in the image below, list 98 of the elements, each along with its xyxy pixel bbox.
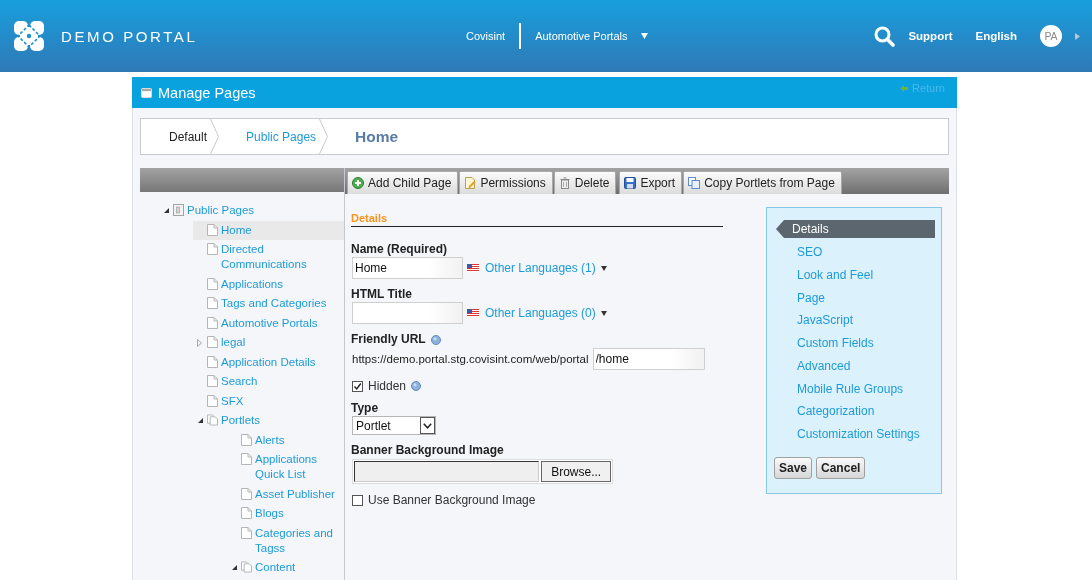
header-link[interactable]: Support (908, 30, 953, 42)
other-languages-link[interactable]: Other Languages (0) (485, 306, 596, 320)
logo-icon (14, 21, 44, 51)
form-button[interactable]: Cancel (816, 456, 866, 479)
toolbar-button[interactable]: Add Child Page (347, 171, 459, 194)
url-prefix: https://demo.portal.stg.covisint.com/web/portal (352, 353, 589, 365)
section-heading: Details (351, 212, 723, 227)
pages-icon (173, 204, 184, 217)
site-menu[interactable]: Automotive Portals (535, 30, 628, 42)
field-label: Name (Required) (351, 242, 448, 257)
page-icon (241, 433, 252, 446)
tree-item[interactable]: Applications (193, 274, 344, 294)
tree-item[interactable]: Directed Communications (193, 240, 344, 275)
tree-item[interactable]: Automotive Portals (193, 313, 344, 333)
tree-item[interactable]: legal (193, 333, 344, 353)
side-nav-item[interactable]: JavaScript (776, 309, 935, 332)
expanded-toggle-icon[interactable] (164, 208, 169, 214)
side-nav-item[interactable]: Details (776, 220, 935, 238)
expanded-toggle-icon[interactable] (232, 565, 237, 571)
tree-item[interactable]: Alerts (227, 430, 344, 450)
stacked-pages-icon (241, 561, 252, 574)
field-label: Banner Background Image (351, 443, 504, 458)
caret-icon[interactable] (600, 265, 607, 271)
form-button[interactable]: Save (774, 456, 813, 479)
page-icon (207, 336, 218, 349)
toolbar-button[interactable]: Export (619, 171, 683, 194)
page-icon (241, 453, 252, 466)
side-nav-item[interactable]: Look and Feel (776, 263, 935, 287)
user-avatar[interactable]: PA (1040, 25, 1062, 47)
tree-item[interactable]: Home (193, 220, 344, 240)
checkbox[interactable] (352, 380, 363, 392)
flag-icon (467, 309, 479, 317)
toolbar-button[interactable]: Delete (553, 171, 617, 194)
checkbox[interactable] (352, 494, 363, 506)
plus-icon (352, 177, 364, 189)
checkbox-label: Hidden (368, 379, 407, 393)
tree-item[interactable]: Tags and Categories (193, 294, 344, 314)
toolbar-button[interactable]: Copy Portlets from Page (683, 171, 842, 194)
site-link[interactable]: Covisint (466, 30, 506, 42)
bubble-icon[interactable] (411, 381, 422, 391)
page-icon (207, 394, 218, 407)
page-icon (241, 507, 252, 520)
text-input[interactable]: Home (352, 257, 463, 279)
text-input[interactable] (352, 302, 463, 324)
side-nav-item[interactable]: Page (776, 286, 935, 310)
other-languages-link[interactable]: Other Languages (1) (485, 261, 596, 275)
tree-item[interactable]: Search (193, 372, 344, 392)
page-icon (207, 375, 218, 388)
page-icon (241, 526, 252, 539)
window-icon (141, 87, 152, 98)
stacked-pages-icon (207, 414, 218, 427)
tree-item[interactable]: Asset Publisher (227, 484, 344, 504)
tree-item[interactable]: Blogs (227, 504, 344, 524)
page-icon (207, 277, 218, 290)
side-nav-item[interactable]: Customization Settings (776, 423, 935, 446)
page-icon (207, 223, 218, 236)
tree-item[interactable]: Public Pages (159, 201, 344, 221)
tree-item[interactable]: Portlets (193, 411, 344, 431)
trash-icon (558, 177, 571, 189)
side-nav-item[interactable]: Custom Fields (776, 332, 935, 355)
checkbox-label: Use Banner Background Image (368, 493, 536, 507)
side-nav-item[interactable]: Advanced (776, 354, 935, 378)
expanded-toggle-icon[interactable] (198, 418, 203, 424)
tree-item[interactable]: Content (227, 558, 344, 578)
page-heading: Home (355, 126, 399, 147)
file-path-field[interactable] (354, 461, 540, 482)
type-select[interactable]: Portlet (352, 416, 436, 435)
search-icon[interactable] (874, 25, 896, 47)
text-input[interactable]: /home (592, 348, 705, 370)
toolbar-button[interactable]: Permissions (459, 171, 553, 194)
portlet-title: Manage Pages (158, 84, 256, 101)
tree-item[interactable]: Applications Quick List (227, 450, 344, 485)
side-nav-item[interactable]: SEO (776, 241, 935, 264)
page-icon (207, 316, 218, 329)
chevron-down-icon (423, 422, 432, 429)
browse-button[interactable]: Browse... (541, 461, 611, 482)
tree-item[interactable]: SFX (193, 391, 344, 411)
field-label: Friendly URL (351, 332, 426, 347)
collapsed-toggle-icon[interactable] (197, 339, 202, 348)
document-pencil-icon (464, 177, 477, 189)
page-icon (241, 487, 252, 500)
tree-item[interactable]: Application Details (193, 352, 344, 372)
flag-icon (467, 264, 479, 272)
copy-icon (688, 177, 701, 189)
field-label: Type (351, 401, 379, 416)
bubble-icon[interactable] (430, 334, 441, 345)
brand-name: DEMO PORTAL (61, 27, 198, 45)
tree-item[interactable]: Categories and Tagss (227, 523, 344, 558)
field-label: HTML Title (351, 287, 412, 302)
side-nav-item[interactable]: Categorization (776, 400, 935, 423)
page-icon (207, 355, 218, 368)
page-icon (207, 297, 218, 310)
page-icon (207, 243, 218, 256)
side-nav-item[interactable]: Mobile Rule Groups (776, 377, 935, 401)
breadcrumb-link[interactable]: Public Pages (246, 119, 317, 154)
breadcrumb-item[interactable]: Default (169, 119, 208, 154)
header-link[interactable]: English (975, 30, 1017, 42)
caret-icon[interactable] (600, 310, 607, 316)
